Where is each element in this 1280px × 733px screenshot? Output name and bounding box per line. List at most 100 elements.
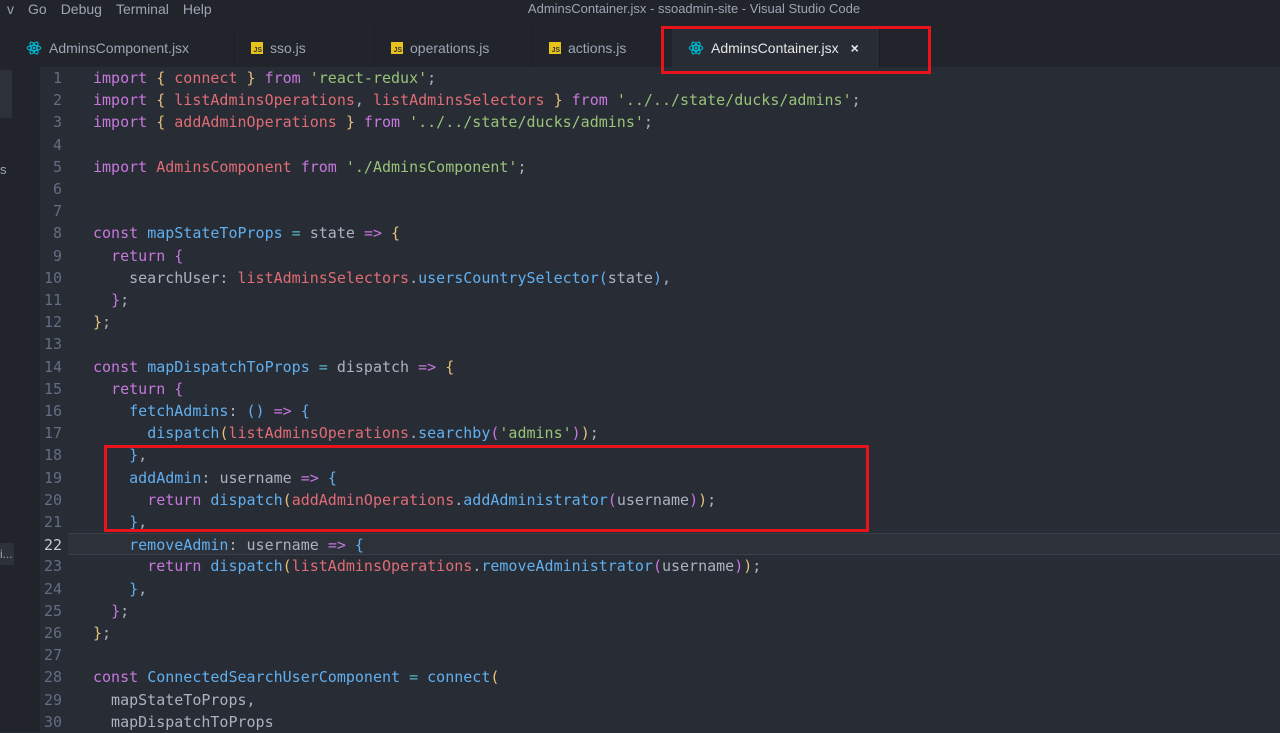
code-token: => bbox=[327, 536, 346, 555]
code-line[interactable]: 16 fetchAdmins: () => { bbox=[40, 400, 1280, 422]
code-line[interactable]: 21 }, bbox=[40, 511, 1280, 533]
code-token: ; bbox=[643, 113, 653, 132]
code-token: . bbox=[454, 490, 464, 509]
code-line[interactable]: 29 mapStateToProps, bbox=[40, 689, 1280, 711]
code-token: { bbox=[174, 379, 184, 398]
code-line[interactable]: 25 }; bbox=[40, 600, 1280, 622]
code-token: addAdministrator bbox=[463, 490, 608, 509]
code-line[interactable]: 28 const ConnectedSearchUserComponent = c… bbox=[40, 666, 1280, 688]
tab-adminscomponent-jsx[interactable]: AdminsComponent.jsx bbox=[10, 28, 235, 67]
code-line[interactable]: 12}; bbox=[40, 311, 1280, 333]
code-line[interactable]: 26}; bbox=[40, 622, 1280, 644]
activity-bar: s i... bbox=[0, 67, 40, 732]
line-number: 9 bbox=[52, 246, 62, 265]
line-number: 2 bbox=[52, 91, 62, 110]
code-text: const mapDispatchToProps = dispatch => { bbox=[93, 356, 454, 378]
code-token: { bbox=[174, 246, 184, 265]
code-token: ( bbox=[607, 490, 617, 509]
tab-sso-js[interactable]: JS sso.js bbox=[235, 28, 375, 67]
code-line[interactable]: 10 searchUser: listAdminsSelectors.users… bbox=[40, 267, 1280, 289]
tab-actions-js[interactable]: JS actions.js bbox=[533, 28, 662, 67]
code-token: mapDispatchToProps bbox=[93, 712, 274, 731]
code-line[interactable]: 4 bbox=[40, 134, 1280, 156]
code-line[interactable]: 22 removeAdmin: username => { bbox=[44, 533, 1280, 556]
line-number: 7 bbox=[52, 202, 62, 221]
code-line[interactable]: 15 return { bbox=[40, 378, 1280, 400]
title-bar: v Go Debug Terminal Help AdminsContainer… bbox=[0, 0, 1280, 20]
code-token: return bbox=[147, 557, 211, 576]
code-token: : bbox=[201, 468, 220, 487]
code-line[interactable]: 20 return dispatch(addAdminOperations.ad… bbox=[40, 489, 1280, 511]
code-token: ) bbox=[734, 557, 744, 576]
line-number: 20 bbox=[43, 490, 62, 509]
code-text: dispatch(listAdminsOperations.searchby('… bbox=[93, 422, 599, 444]
code-token: from bbox=[255, 69, 310, 87]
code-line[interactable]: 14 const mapDispatchToProps = dispatch =>… bbox=[40, 356, 1280, 378]
code-token: ConnectedSearchUserComponent bbox=[147, 668, 401, 687]
code-token: return bbox=[147, 490, 211, 509]
code-token: connect bbox=[427, 668, 491, 687]
tab-label: actions.js bbox=[568, 39, 627, 56]
code-line[interactable]: 13 bbox=[40, 333, 1280, 355]
close-icon[interactable]: × bbox=[851, 40, 859, 56]
code-line[interactable]: 9 return { bbox=[40, 245, 1280, 267]
react-icon bbox=[26, 40, 42, 56]
code-line[interactable]: 24 }, bbox=[40, 578, 1280, 600]
code-text: const ConnectedSearchUserComponent = con… bbox=[93, 666, 499, 688]
code-token: import bbox=[93, 91, 157, 110]
code-line[interactable]: 1 import { connect } from 'react-redux'; bbox=[40, 67, 1280, 89]
code-token: , bbox=[661, 268, 671, 287]
code-token: addAdminOperations bbox=[174, 113, 337, 132]
code-line[interactable]: 6 bbox=[40, 178, 1280, 200]
line-number: 28 bbox=[43, 668, 62, 687]
code-text: import { listAdminsOperations, listAdmin… bbox=[93, 89, 861, 111]
code-token: () bbox=[246, 402, 265, 420]
window-title: AdminsContainer.jsx - ssoadmin-site - Vi… bbox=[527, 1, 861, 16]
code-token: => bbox=[418, 357, 437, 376]
code-token: ; bbox=[589, 424, 599, 443]
code-token: } bbox=[111, 291, 121, 309]
code-line[interactable]: 5 import AdminsComponent from './AdminsCo… bbox=[40, 156, 1280, 178]
code-editor[interactable]: 1 import { connect } from 'react-redux'; 2… bbox=[40, 67, 1280, 732]
code-token: = bbox=[282, 224, 310, 243]
code-token: from bbox=[562, 91, 617, 110]
js-icon: JS bbox=[549, 41, 561, 54]
sidebar-fragment-item[interactable]: i... bbox=[0, 543, 14, 565]
code-line[interactable]: 2 import { listAdminsOperations, listAdmi… bbox=[40, 89, 1280, 111]
code-token: ( bbox=[490, 668, 500, 687]
tab-label: AdminsContainer.jsx bbox=[711, 39, 839, 56]
code-token: } bbox=[111, 601, 121, 620]
code-line[interactable]: 23 return dispatch(listAdminsOperations.… bbox=[40, 555, 1280, 577]
code-line[interactable]: 8 const mapStateToProps = state => { bbox=[40, 222, 1280, 244]
code-line[interactable]: 11 }; bbox=[40, 289, 1280, 311]
activity-selected-item[interactable] bbox=[0, 70, 12, 118]
code-line[interactable]: 27 bbox=[40, 644, 1280, 666]
code-token: const bbox=[93, 357, 148, 376]
code-token: } bbox=[129, 446, 139, 465]
code-text: import { addAdminOperations } from '../.… bbox=[93, 111, 653, 133]
code-line[interactable]: 17 dispatch(listAdminsOperations.searchb… bbox=[40, 422, 1280, 444]
code-token: import bbox=[93, 157, 157, 176]
code-token: { bbox=[156, 91, 166, 110]
code-token: { bbox=[300, 402, 310, 420]
code-text: return dispatch(addAdminOperations.addAd… bbox=[93, 489, 716, 511]
code-line[interactable]: 19 addAdmin: username => { bbox=[40, 467, 1280, 489]
code-line[interactable]: 7 bbox=[40, 200, 1280, 222]
code-token: { bbox=[156, 113, 166, 132]
code-line[interactable]: 30 mapDispatchToProps bbox=[40, 711, 1280, 733]
code-line[interactable]: 18 }, bbox=[40, 444, 1280, 466]
code-line[interactable]: 3 import { addAdminOperations } from '../… bbox=[40, 111, 1280, 133]
react-icon bbox=[688, 40, 704, 56]
code-token: username bbox=[219, 468, 301, 487]
tab-adminscontainer-jsx[interactable]: AdminsContainer.jsx × bbox=[672, 28, 880, 67]
code-token: username bbox=[616, 490, 690, 509]
line-number: 21 bbox=[43, 513, 62, 531]
tab-operations-js[interactable]: JS operations.js bbox=[375, 28, 533, 67]
code-token: ; bbox=[707, 490, 717, 509]
